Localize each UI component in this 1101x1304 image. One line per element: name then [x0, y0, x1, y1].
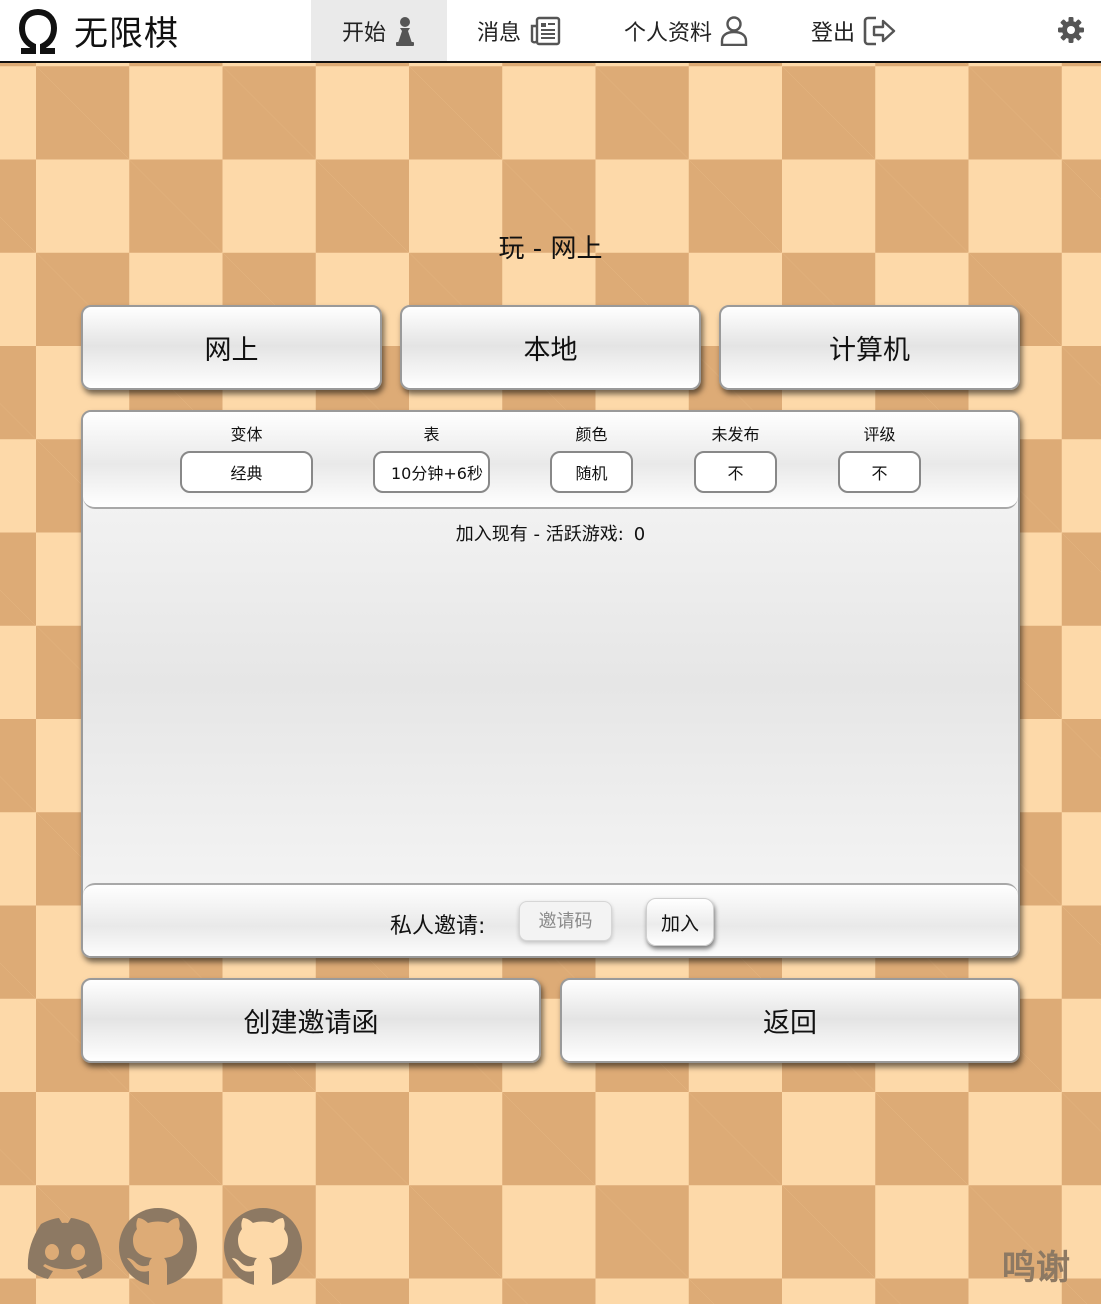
- top-navigation-bar: 无限棋 开始 消息 个人资料 登出: [0, 0, 1101, 63]
- variant-label: 变体: [230, 425, 263, 444]
- clock-option: 表 10分钟+6秒: [373, 412, 490, 493]
- unpublished-option: 未发布 不: [694, 412, 777, 493]
- logout-icon: [863, 16, 897, 46]
- nav-logout-label: 登出: [810, 20, 855, 46]
- nav-start[interactable]: 开始: [311, 0, 447, 61]
- online-play-panel: 变体 经典 表 10分钟+6秒 颜色 随机 未发布 不 评级 不 加入现有 - …: [81, 410, 1020, 958]
- page-title: 玩 - 网上: [498, 234, 603, 264]
- game-options-bar: 变体 经典 表 10分钟+6秒 颜色 随机 未发布 不 评级 不: [83, 412, 1018, 509]
- online-mode-button[interactable]: 网上: [81, 305, 382, 390]
- newspaper-icon: [529, 16, 561, 46]
- color-select[interactable]: 随机: [550, 451, 633, 493]
- local-mode-button[interactable]: 本地: [400, 305, 701, 390]
- variant-option: 变体 经典: [180, 412, 313, 493]
- back-button[interactable]: 返回: [560, 978, 1020, 1063]
- clock-label: 表: [423, 425, 440, 444]
- create-invite-button[interactable]: 创建邀请函: [81, 978, 541, 1063]
- join-invite-button[interactable]: 加入: [646, 898, 714, 946]
- github-icon[interactable]: [224, 1208, 302, 1290]
- invite-code-input[interactable]: [519, 901, 612, 941]
- variant-select[interactable]: 经典: [180, 451, 313, 493]
- unpublished-select[interactable]: 不: [694, 451, 777, 493]
- rated-option: 评级 不: [838, 412, 921, 493]
- brand[interactable]: 无限棋: [16, 0, 179, 61]
- github-icon[interactable]: [119, 1208, 197, 1290]
- active-games-count: 0: [633, 524, 646, 545]
- omega-icon: [16, 6, 60, 56]
- settings-button[interactable]: [1057, 16, 1085, 44]
- nav-start-label: 开始: [341, 20, 386, 46]
- color-label: 颜色: [575, 425, 608, 444]
- rated-label: 评级: [863, 425, 896, 444]
- credits-link[interactable]: 鸣谢: [1002, 1240, 1070, 1289]
- nav-profile-label: 个人资料: [623, 20, 712, 46]
- discord-icon[interactable]: [25, 1216, 105, 1284]
- nav-logout[interactable]: 登出: [796, 0, 912, 61]
- nav-profile[interactable]: 个人资料: [606, 0, 766, 61]
- active-games-label: 加入现有 - 活跃游戏:: [455, 524, 624, 545]
- pawn-icon: [394, 16, 416, 46]
- user-icon: [720, 15, 748, 46]
- nav-messages-label: 消息: [476, 20, 521, 46]
- gear-icon: [1057, 17, 1085, 48]
- computer-mode-button[interactable]: 计算机: [719, 305, 1020, 390]
- private-invite-label: 私人邀请:: [390, 914, 486, 939]
- clock-select[interactable]: 10分钟+6秒: [373, 451, 490, 493]
- color-option: 颜色 随机: [550, 412, 633, 493]
- nav-messages[interactable]: 消息: [460, 0, 578, 61]
- rated-select[interactable]: 不: [838, 451, 921, 493]
- app-title: 无限棋: [74, 14, 179, 54]
- active-games-header: 加入现有 - 活跃游戏: 0: [83, 520, 1018, 546]
- private-invite-bar: 私人邀请: 加入: [83, 883, 1018, 956]
- unpublished-label: 未发布: [711, 425, 760, 444]
